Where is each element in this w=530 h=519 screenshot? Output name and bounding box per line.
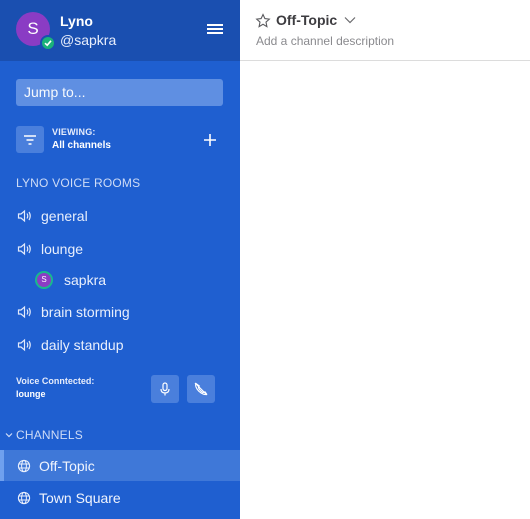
- star-icon[interactable]: [255, 13, 271, 29]
- voice-room-label: lounge: [41, 241, 84, 257]
- online-status-badge: [40, 35, 56, 51]
- mute-microphone-button[interactable]: [151, 375, 179, 403]
- jump-to-input[interactable]: [16, 79, 223, 106]
- menu-icon: [207, 24, 223, 26]
- filter-icon: [24, 135, 36, 145]
- voice-room-brain-storming[interactable]: brain storming: [0, 298, 240, 326]
- username: @sapkra: [60, 32, 117, 48]
- sidebar-header: S Lyno @sapkra: [0, 0, 240, 61]
- channels-section-header[interactable]: CHANNELS: [0, 428, 240, 446]
- chevron-down-icon[interactable]: [344, 16, 356, 24]
- member-name: sapkra: [64, 272, 107, 288]
- speaker-icon: [17, 209, 31, 223]
- viewing-label: VIEWING:: [52, 127, 96, 137]
- add-channel-button[interactable]: [200, 130, 220, 150]
- voice-rooms-section-title: LYNO VOICE ROOMS: [16, 176, 141, 190]
- disconnect-voice-button[interactable]: [187, 375, 215, 403]
- voice-room-daily-standup[interactable]: daily standup: [0, 331, 240, 359]
- speaker-icon: [17, 305, 31, 319]
- voice-connected-room: lounge: [16, 389, 46, 399]
- globe-icon: [17, 491, 31, 505]
- sidebar: S Lyno @sapkra VIEWING: All channels LYN…: [0, 0, 240, 519]
- voice-room-lounge[interactable]: lounge: [0, 235, 240, 263]
- voice-room-label: brain storming: [41, 304, 130, 320]
- speaker-icon: [17, 338, 31, 352]
- channel-header: Off-Topic Add a channel description: [240, 0, 530, 61]
- voice-room-member[interactable]: S sapkra: [0, 266, 240, 294]
- member-avatar: S: [35, 271, 53, 289]
- speaker-icon: [17, 242, 31, 256]
- voice-connected-label: Voice Conntected:: [16, 376, 95, 386]
- hangup-icon: [194, 382, 208, 396]
- channels-section-title: CHANNELS: [16, 428, 83, 442]
- main-menu-button[interactable]: [205, 22, 225, 40]
- channel-description[interactable]: Add a channel description: [256, 34, 394, 48]
- channel-label: Off-Topic: [39, 458, 95, 474]
- channel-off-topic[interactable]: Off-Topic: [0, 450, 240, 481]
- globe-icon: [17, 459, 31, 473]
- plus-icon: [204, 134, 216, 146]
- viewing-value[interactable]: All channels: [52, 140, 111, 151]
- channel-town-square[interactable]: Town Square: [0, 482, 240, 513]
- voice-room-general[interactable]: general: [0, 202, 240, 230]
- channel-filter-button[interactable]: [16, 126, 44, 153]
- check-icon: [44, 40, 52, 47]
- voice-room-label: general: [41, 208, 88, 224]
- team-name[interactable]: Lyno: [60, 13, 93, 29]
- channel-title[interactable]: Off-Topic: [276, 12, 337, 28]
- microphone-icon: [160, 382, 170, 396]
- channel-label: Town Square: [39, 490, 121, 506]
- voice-room-label: daily standup: [41, 337, 124, 353]
- chevron-down-icon: [5, 433, 13, 438]
